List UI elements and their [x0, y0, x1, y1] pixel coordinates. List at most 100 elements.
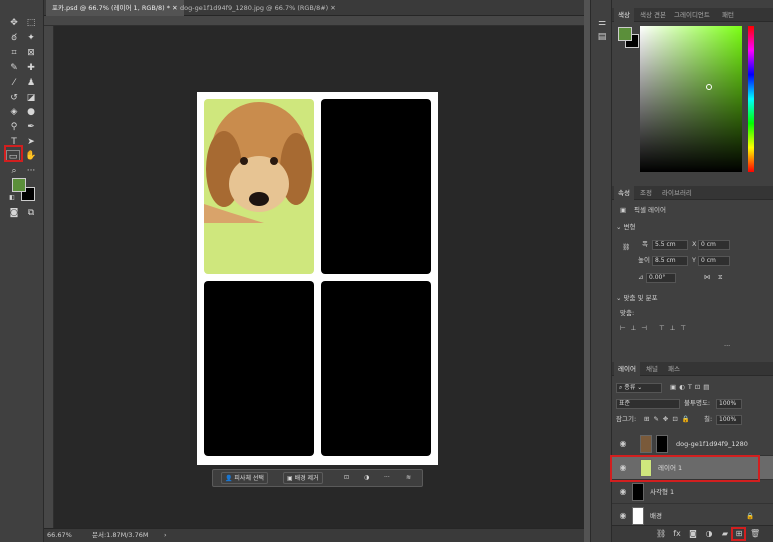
height-field[interactable]: 8.5 cm	[652, 256, 688, 266]
healing-brush-tool-icon[interactable]: ✚	[24, 62, 38, 74]
y-field[interactable]: 0 cm	[698, 256, 730, 266]
foreground-color-swatch[interactable]	[618, 27, 632, 41]
tab-label: 포카.psd @ 66.7% (레이어 1, RGB/8) *	[52, 4, 171, 12]
more-tools-icon[interactable]: ···	[24, 165, 38, 177]
tab-poka-psd[interactable]: 포카.psd @ 66.7% (레이어 1, RGB/8) * ✕	[46, 0, 184, 16]
x-field[interactable]: 0 cm	[698, 240, 730, 250]
tab-color[interactable]: 색상	[614, 8, 634, 22]
fx-icon[interactable]: fx	[672, 529, 682, 539]
link-icon[interactable]: ⛓	[622, 243, 630, 252]
eraser-tool-icon[interactable]: ◪	[24, 92, 38, 104]
blur-tool-icon[interactable]: ●	[24, 106, 38, 118]
visibility-eye-icon[interactable]: ◉	[618, 487, 628, 497]
more-options-icon[interactable]: ···	[724, 342, 730, 351]
lasso-tool-icon[interactable]: ఠ	[7, 32, 21, 44]
tab-swatches[interactable]: 색상 견본	[636, 8, 670, 22]
document-canvas[interactable]	[197, 92, 438, 465]
fill-field[interactable]: 100%	[716, 415, 742, 425]
hue-slider[interactable]	[748, 26, 754, 172]
hand-tool-icon[interactable]: ✋	[24, 150, 38, 162]
tab-libraries[interactable]: 라이브러리	[658, 186, 696, 200]
blend-mode-dropdown[interactable]: 표준	[616, 399, 680, 409]
group-folder-icon[interactable]: ▰	[720, 529, 730, 539]
close-icon[interactable]: ✕	[330, 4, 335, 12]
brush-tool-icon[interactable]: ⁄	[7, 77, 21, 89]
marquee-tool-icon[interactable]: ⬚	[24, 17, 38, 29]
tab-paths[interactable]: 패스	[664, 362, 684, 376]
crop-tool-icon[interactable]: ⌗	[7, 47, 21, 59]
photo-frame-bottom-left	[204, 281, 314, 456]
color-picker-field[interactable]	[640, 26, 742, 172]
remove-background-button[interactable]: ▣ 배경 제거	[283, 472, 323, 484]
layer-name[interactable]: 배경	[650, 512, 662, 521]
color-picker-handle[interactable]	[706, 84, 712, 90]
default-colors-icon[interactable]: ◧	[5, 192, 19, 204]
more-options-button[interactable]: ···	[381, 472, 393, 484]
adjustment-layer-icon[interactable]: ◑	[704, 529, 714, 539]
stamp-tool-icon[interactable]: ♟	[24, 77, 38, 89]
layer-kind-label: 픽셀 레이어	[634, 206, 666, 214]
history-brush-tool-icon[interactable]: ↺	[7, 92, 21, 104]
select-subject-button[interactable]: 👤 피사체 선택	[221, 472, 268, 484]
selected-layer-highlight	[610, 455, 760, 482]
tab-properties[interactable]: 속성	[614, 186, 634, 200]
select-subject-label: 피사체 선택	[234, 475, 264, 482]
pen-tool-icon[interactable]: ✒	[24, 121, 38, 133]
add-mask-icon[interactable]: ◙	[688, 529, 698, 539]
layer-row-rectangle[interactable]: ◉ 사각형 1	[612, 480, 773, 504]
width-field[interactable]: 5.5 cm	[652, 240, 688, 250]
pixel-layer-icon: ▣	[620, 206, 627, 214]
lock-icons[interactable]: ⊞✎✥⊡🔒	[644, 415, 694, 424]
document-tabs: 포카.psd @ 66.7% (레이어 1, RGB/8) * ✕ dog-ge…	[44, 0, 584, 16]
tab-dog-jpg[interactable]: dog-ge1f1d94f9_1280.jpg @ 66.7% (RGB/8#)…	[174, 0, 342, 16]
opacity-field[interactable]: 100%	[716, 399, 742, 409]
horizontal-ruler[interactable]	[44, 16, 584, 26]
angle-field[interactable]: 0.00°	[646, 273, 676, 283]
frame-tool-icon[interactable]: ⊠	[24, 47, 38, 59]
trash-icon[interactable]: 🗑	[750, 529, 760, 539]
tab-layers[interactable]: 레이어	[614, 362, 640, 376]
align-section-label: 맞춤 및 분포	[623, 294, 658, 302]
search-icon: ⌕	[619, 384, 623, 391]
eyedropper-tool-icon[interactable]: ✎	[7, 62, 21, 74]
photo-frame-top-left	[204, 99, 314, 274]
flip-vertical-icon[interactable]: ⧖	[718, 273, 723, 282]
layer-filter-icons[interactable]: ▣◐T⊡▤	[670, 383, 712, 392]
comments-panel-icon[interactable]: ▤	[595, 31, 609, 43]
layer-row-dog[interactable]: ◉ dog-ge1f1d94f9_1280	[612, 432, 773, 456]
foreground-color-swatch[interactable]	[12, 178, 26, 192]
tab-gradients[interactable]: 그레이디언트	[670, 8, 714, 22]
vertical-ruler[interactable]	[44, 26, 54, 528]
zoom-level[interactable]: 66.67%	[47, 529, 72, 542]
layer-filter-dropdown[interactable]: ⌕ 종류 ⌄	[616, 383, 662, 393]
settings-icon[interactable]: ≋	[403, 472, 414, 484]
height-label: 높이	[638, 256, 650, 264]
magic-wand-tool-icon[interactable]: ✦	[24, 32, 38, 44]
visibility-eye-icon[interactable]: ◉	[618, 511, 628, 521]
zoom-tool-icon[interactable]: ⌕	[7, 165, 21, 177]
layer-name[interactable]: dog-ge1f1d94f9_1280	[676, 440, 748, 449]
history-panel-icon[interactable]: ⚌	[595, 17, 609, 29]
visibility-eye-icon[interactable]: ◉	[618, 439, 628, 449]
path-selection-tool-icon[interactable]: ➤	[24, 136, 38, 148]
quick-mask-icon[interactable]: ◙	[7, 207, 21, 219]
filter-kind-label: 종류	[624, 384, 636, 391]
flip-horizontal-icon[interactable]: ⋈	[704, 273, 711, 282]
tab-channels[interactable]: 채널	[642, 362, 662, 376]
transform-section-toggle[interactable]: ⌄ 변형	[616, 223, 635, 232]
move-tool-icon[interactable]: ✥	[7, 17, 21, 29]
dodge-tool-icon[interactable]: ⚲	[7, 121, 21, 133]
tab-patterns[interactable]: 패턴	[718, 8, 738, 22]
contextual-task-bar: 👤 피사체 선택 ▣ 배경 제거 ⊡ ◑ ··· ≋	[212, 469, 423, 487]
link-layers-icon[interactable]: ⛓	[656, 529, 666, 539]
paint-bucket-tool-icon[interactable]: ◈	[7, 106, 21, 118]
tab-adjustments[interactable]: 조정	[636, 186, 656, 200]
align-section-toggle[interactable]: ⌄ 맞춤 및 분포	[616, 294, 658, 303]
adjustment-icon[interactable]: ◑	[361, 472, 372, 484]
status-arrow-icon[interactable]: ›	[164, 529, 167, 542]
align-buttons[interactable]: ⊢⊥⊣ ⊤⊥⊤	[620, 324, 691, 333]
transform-icon[interactable]: ⊡	[341, 472, 352, 484]
layer-name[interactable]: 사각형 1	[650, 488, 674, 497]
screen-mode-icon[interactable]: ⧉	[24, 207, 38, 219]
align-label: 맞춤:	[620, 309, 635, 317]
